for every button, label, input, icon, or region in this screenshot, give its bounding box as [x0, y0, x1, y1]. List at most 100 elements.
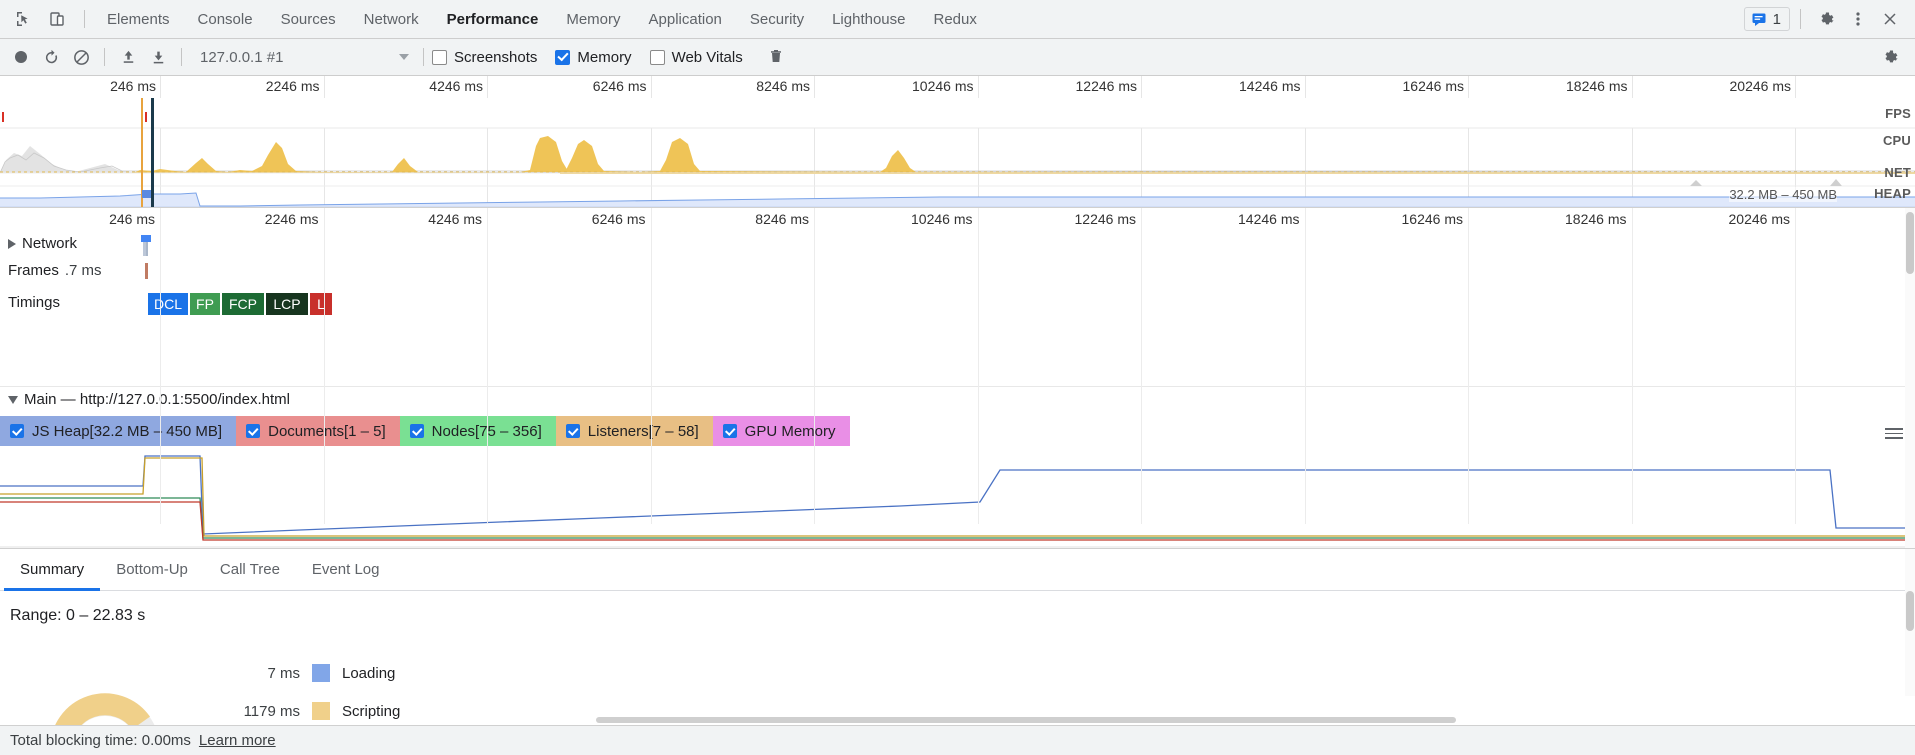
save-profile-button[interactable] — [143, 43, 173, 71]
three-dots-vertical-icon[interactable] — [1843, 4, 1873, 34]
timeline-tracks[interactable]: 246 ms 2246 ms 4246 ms 6246 ms 8246 ms 10246 … — [0, 208, 1915, 548]
tracks-tick-label: 14246 ms — [1238, 211, 1300, 227]
counter-listeners[interactable]: Listeners[7 – 58] — [555, 416, 713, 446]
legend-value: 7 ms — [267, 664, 300, 682]
device-toolbar-icon[interactable] — [42, 4, 72, 34]
record-circle-icon — [15, 51, 27, 63]
tab-elements[interactable]: Elements — [93, 0, 184, 39]
counter-gpu-memory[interactable]: GPU Memory — [712, 416, 850, 446]
tab-console[interactable]: Console — [184, 0, 267, 39]
tab-network[interactable]: Network — [350, 0, 433, 39]
status-bar: Total blocking time: 0.00ms Learn more — [0, 725, 1915, 755]
trash-button[interactable] — [761, 43, 791, 71]
tracks-gridline — [1468, 208, 1469, 524]
tracks-scrollbar[interactable] — [1905, 208, 1915, 548]
counter-documents[interactable]: Documents[1 – 5] — [236, 416, 400, 446]
tracks-tick-label: 4246 ms — [428, 211, 482, 227]
hamburger-menu-icon[interactable] — [1885, 428, 1903, 439]
tracks-tick-label: 2246 ms — [264, 211, 319, 227]
track-row-network[interactable]: Network — [0, 232, 1915, 259]
tracks-gridline — [487, 208, 488, 524]
tracks-gridline — [650, 208, 652, 524]
timing-label: FP — [196, 296, 214, 312]
drawer-scrollbar-thumb[interactable] — [1906, 591, 1914, 631]
checkbox-box — [432, 49, 447, 65]
session-selector[interactable]: 127.0.0.1 #1 — [190, 44, 415, 70]
timing-marker-fcp[interactable]: FCP — [222, 293, 264, 315]
tracks-tick-label: 20246 ms — [1728, 211, 1790, 227]
memory-counters-bar: JS Heap[32.2 MB – 450 MB] Documents[1 – … — [0, 416, 1915, 446]
tracks-tick-label: 246 ms — [109, 211, 155, 227]
trash-icon — [770, 50, 781, 62]
overview-graphs[interactable] — [0, 98, 1915, 208]
memory-checkbox[interactable]: Memory — [555, 49, 632, 66]
timing-marker-dcl[interactable]: DCL — [148, 293, 188, 315]
tab-label: Security — [749, 10, 805, 28]
counter-js-heap[interactable]: JS Heap[32.2 MB – 450 MB] — [0, 416, 237, 446]
screenshots-checkbox[interactable]: Screenshots — [432, 49, 537, 66]
tracks-tick-label: 18246 ms — [1565, 211, 1627, 227]
tracks-gridline — [1304, 208, 1306, 524]
horizontal-scrollbar-thumb[interactable] — [596, 717, 1456, 723]
devtools-tabbar: Elements Console Sources Network Perform… — [0, 0, 1915, 39]
tab-sources[interactable]: Sources — [267, 0, 350, 39]
overview-rail-heap: HEAP — [1874, 186, 1911, 201]
tab-redux[interactable]: Redux — [920, 0, 991, 39]
tab-lighthouse[interactable]: Lighthouse — [818, 0, 919, 39]
drawer-tab-summary[interactable]: Summary — [4, 549, 101, 591]
tracks-gridline — [1141, 208, 1142, 524]
tracks-tick-label: 16246 ms — [1401, 211, 1463, 227]
tab-label: Application — [648, 10, 722, 28]
chevron-down-icon[interactable] — [8, 395, 18, 404]
capture-settings-gear-icon[interactable] — [1875, 43, 1905, 71]
tab-memory[interactable]: Memory — [552, 0, 634, 39]
tab-security[interactable]: Security — [736, 0, 818, 39]
drawer-tab-event-log[interactable]: Event Log — [296, 549, 396, 590]
overview-tick-label: 6246 ms — [592, 78, 647, 94]
overview-tick-label: 246 ms — [110, 78, 156, 94]
tabbar-divider — [84, 10, 85, 28]
drawer-tab-call-tree[interactable]: Call Tree — [204, 549, 296, 590]
tab-label: Lighthouse — [832, 10, 906, 28]
overview-tick-label: 4246 ms — [429, 78, 483, 94]
timing-marker-lcp[interactable]: LCP — [266, 293, 308, 315]
tab-label: Console — [197, 10, 253, 28]
tracks-gridline — [1631, 208, 1633, 524]
overview-tick-label: 2246 ms — [265, 78, 320, 94]
main-thread-title: Main — http://127.0.0.1:5500/index.html — [24, 391, 290, 408]
track-row-timings[interactable]: Timings DCL FP FCP LCP L — [0, 286, 1915, 341]
tracks-scrollbar-thumb[interactable] — [1906, 212, 1914, 274]
timing-marker-fp[interactable]: FP — [190, 293, 220, 315]
issues-button[interactable]: 1 — [1743, 7, 1790, 31]
learn-more-link[interactable]: Learn more — [199, 732, 276, 749]
issues-count: 1 — [1772, 10, 1781, 28]
checkbox-box — [10, 424, 24, 438]
record-button[interactable] — [6, 43, 36, 71]
close-icon[interactable] — [1875, 4, 1905, 34]
checkbox-box — [722, 424, 737, 438]
drawer-scrollbar[interactable] — [1905, 549, 1915, 696]
clear-button[interactable] — [66, 43, 96, 71]
inspect-cursor-icon[interactable] — [8, 4, 38, 34]
tab-label: Memory — [566, 10, 621, 28]
drawer-tab-bottom-up[interactable]: Bottom-Up — [100, 549, 204, 590]
tracks-tick-label: 12246 ms — [1074, 211, 1136, 227]
load-profile-upload-icon — [123, 50, 133, 63]
track-row-frames[interactable]: Frames .7 ms — [0, 259, 1915, 286]
tab-performance[interactable]: Performance — [433, 0, 553, 39]
main-thread-header[interactable]: Main — http://127.0.0.1:5500/index.html — [0, 386, 1915, 412]
load-profile-button[interactable] — [113, 43, 143, 71]
gear-icon[interactable] — [1811, 4, 1841, 34]
checkbox-box — [565, 424, 580, 438]
checkbox-box — [246, 424, 261, 438]
web-vitals-checkbox[interactable]: Web Vitals — [649, 49, 743, 66]
horizontal-scrollbar[interactable] — [0, 717, 1915, 725]
reload-and-record-button[interactable] — [36, 43, 66, 71]
timeline-overview[interactable]: 246 ms 2246 ms 4246 ms 6246 ms 8246 ms 10246 … — [0, 76, 1915, 208]
tab-application[interactable]: Application — [635, 0, 736, 39]
counter-nodes[interactable]: Nodes[75 – 356] — [399, 416, 556, 446]
legend-color-swatch — [312, 664, 330, 682]
timing-marker-l[interactable]: L — [310, 293, 332, 315]
checkbox-box — [649, 49, 665, 65]
overview-heap-range: 32.2 MB – 450 MB — [1729, 187, 1837, 202]
